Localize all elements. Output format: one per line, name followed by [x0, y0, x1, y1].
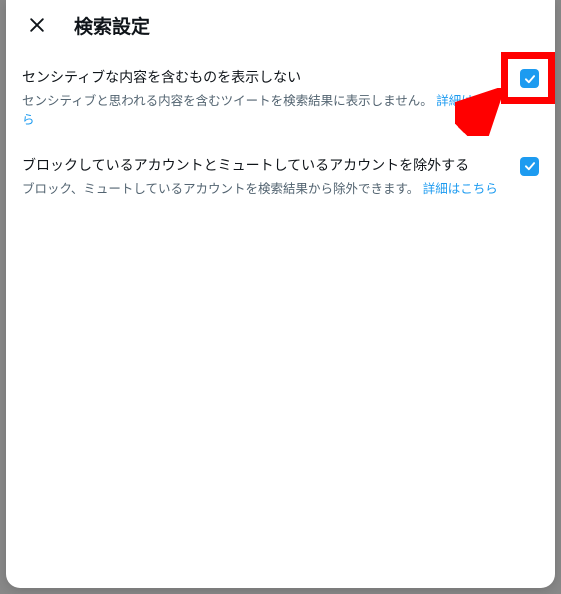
modal-title: 検索設定 — [74, 12, 150, 39]
settings-list: センシティブな内容を含むものを表示しない センシティブと思われる内容を含むツイー… — [6, 50, 555, 218]
setting-description: ブロック、ミュートしているアカウントを検索結果から除外できます。 詳細はこちら — [22, 180, 539, 199]
checkmark-icon — [523, 159, 537, 173]
setting-hide-sensitive: センシティブな内容を含むものを表示しない センシティブと思われる内容を含むツイー… — [6, 56, 555, 144]
setting-description: センシティブと思われる内容を含むツイートを検索結果に表示しません。 詳細はこちら — [22, 92, 539, 130]
modal-header: 検索設定 — [6, 0, 555, 50]
learn-more-link[interactable]: 詳細はこちら — [423, 182, 498, 196]
checkmark-icon — [523, 72, 537, 86]
search-settings-modal: 検索設定 センシティブな内容を含むものを表示しない センシティブと思われる内容を… — [6, 0, 555, 588]
setting-exclude-blocked-muted: ブロックしているアカウントとミュートしているアカウントを除外する ブロック、ミュ… — [6, 144, 555, 213]
checkbox-exclude-blocked-muted[interactable] — [520, 157, 539, 176]
close-icon — [27, 15, 47, 35]
setting-label: センシティブな内容を含むものを表示しない — [22, 68, 520, 88]
checkbox-hide-sensitive[interactable] — [520, 69, 539, 88]
setting-description-text: ブロック、ミュートしているアカウントを検索結果から除外できます。 — [22, 182, 419, 196]
setting-description-text: センシティブと思われる内容を含むツイートを検索結果に表示しません。 — [22, 94, 433, 108]
close-button[interactable] — [20, 8, 54, 42]
setting-label: ブロックしているアカウントとミュートしているアカウントを除外する — [22, 156, 520, 176]
